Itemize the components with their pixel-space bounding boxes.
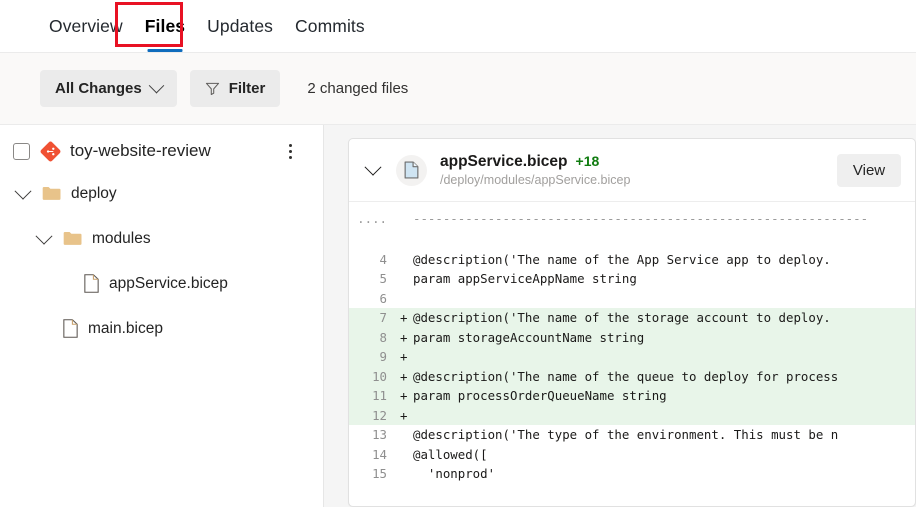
diff-line-number: 15	[372, 466, 387, 481]
file-diff-header: appService.bicep +18 /deploy/modules/app…	[349, 139, 915, 202]
diff-line: 7 + @description('The name of the storage …	[349, 308, 915, 328]
chevron-down-icon[interactable]	[35, 227, 53, 245]
diff-additions-count: +18	[575, 153, 600, 169]
diff-line-text: @description('The type of the environmen…	[413, 427, 839, 442]
collapse-diff-chevron-down-icon[interactable]	[364, 158, 382, 176]
diff-line-number: 7	[379, 310, 387, 325]
diff-line-number: 4	[379, 251, 387, 267]
tab-files-label: Files	[144, 15, 186, 36]
diff-line: 13 @description('The type of the environm…	[349, 425, 915, 445]
tab-commits-label: Commits	[295, 15, 365, 36]
kebab-dot	[288, 149, 292, 153]
diff-line-text: param storageAccountName string	[413, 329, 645, 345]
diff-line-sign: +	[400, 368, 408, 384]
diff-line-number: 5	[379, 271, 387, 286]
files-content: toy-website-review deploy modules appServi…	[0, 125, 916, 507]
filter-label: Filter	[228, 80, 266, 97]
file-diff-meta: appService.bicep +18 /deploy/modules/app…	[440, 153, 837, 187]
tree-folder-modules[interactable]: modules	[0, 216, 323, 261]
tab-commits[interactable]: Commits	[284, 0, 376, 53]
repo-name-label: toy-website-review	[70, 141, 211, 160]
diff-line-sign: +	[400, 388, 408, 403]
repo-select-checkbox[interactable]	[13, 142, 30, 160]
diff-line: 12 +	[349, 405, 915, 425]
diff-line-number: 9	[379, 349, 387, 364]
hunk-left-marker: ....	[357, 211, 387, 226]
diff-line: 11 + param processOrderQueueName string	[349, 386, 915, 406]
tree-item-label: main.bicep	[88, 319, 163, 337]
view-file-button[interactable]: View	[837, 153, 901, 187]
pr-tab-bar: Overview Files Updates Commits	[0, 0, 916, 53]
filter-button[interactable]: Filter	[189, 70, 281, 107]
all-changes-dropdown[interactable]: All Changes	[40, 70, 177, 107]
diff-line-number: 13	[372, 427, 387, 442]
tab-updates-label: Updates	[207, 15, 274, 36]
tree-item-label: deploy	[71, 184, 117, 202]
hunk-right-marker: ----------------------------------------…	[413, 211, 869, 226]
tree-file-main-bicep[interactable]: main.bicep	[0, 306, 323, 351]
diff-line: 9 +	[349, 347, 915, 367]
diff-line: 6	[349, 289, 915, 309]
file-icon	[84, 274, 99, 293]
diff-line-sign: +	[400, 310, 408, 325]
tree-folder-deploy[interactable]: deploy	[0, 171, 323, 216]
files-command-bar: All Changes Filter 2 changed files	[0, 53, 916, 125]
changed-files-count: 2 changed files	[307, 80, 409, 97]
folder-icon	[42, 186, 61, 200]
diff-line-text: @description('The name of the storage ac…	[413, 310, 831, 325]
file-tree-list: deploy modules appService.bicep main.bicep	[0, 171, 323, 351]
file-tree-sidebar: toy-website-review deploy modules appServi…	[0, 125, 324, 507]
diff-line-number: 12	[372, 407, 387, 423]
file-diff-card: appService.bicep +18 /deploy/modules/app…	[348, 138, 916, 507]
tab-overview-label: Overview	[49, 15, 123, 36]
diff-line-sign: +	[400, 349, 408, 364]
tab-updates[interactable]: Updates	[196, 0, 284, 53]
tab-files[interactable]: Files	[134, 0, 196, 53]
chevron-down-icon	[148, 77, 164, 94]
diff-line-text: @allowed([	[413, 446, 488, 462]
diff-line: 8 + param storageAccountName string	[349, 327, 915, 347]
diff-pane: appService.bicep +18 /deploy/modules/app…	[324, 125, 916, 507]
repo-more-actions-button[interactable]	[281, 142, 299, 160]
tree-item-label: modules	[92, 229, 151, 247]
all-changes-label: All Changes	[55, 80, 142, 97]
kebab-dot	[288, 143, 292, 147]
diff-line: 15 'nonprod'	[349, 464, 915, 484]
diff-line-text: param processOrderQueueName string	[413, 388, 667, 403]
tab-overview[interactable]: Overview	[38, 0, 134, 53]
filter-icon	[205, 82, 219, 96]
diff-line-sign: +	[400, 407, 408, 423]
diff-line-sign: +	[400, 329, 408, 345]
diff-line-text: @description('The name of the queue to d…	[413, 368, 839, 384]
git-repo-icon	[40, 141, 61, 161]
diff-line-number: 6	[379, 290, 387, 306]
diff-gap-row	[349, 230, 915, 250]
kebab-dot	[288, 155, 292, 159]
diff-line-text: @description('The name of the App Servic…	[413, 251, 831, 267]
file-icon	[63, 319, 78, 338]
diff-file-name: appService.bicep	[440, 153, 568, 170]
diff-line-text: param appServiceAppName string	[413, 271, 637, 286]
diff-line-number: 8	[379, 329, 387, 345]
repo-root-row[interactable]: toy-website-review	[0, 131, 323, 171]
chevron-down-icon[interactable]	[14, 182, 32, 200]
diff-line-number: 11	[372, 388, 387, 403]
diff-file-path: /deploy/modules/appService.bicep	[440, 173, 631, 187]
folder-icon	[63, 231, 82, 245]
diff-line-number: 14	[372, 446, 387, 462]
diff-line-number: 10	[372, 368, 387, 384]
diff-line: 4 @description('The name of the App Servi…	[349, 250, 915, 270]
diff-line-list: 4 @description('The name of the App Servi…	[349, 250, 915, 484]
diff-hunk-separator: .... -----------------------------------…	[349, 209, 915, 230]
diff-line: 5 param appServiceAppName string	[349, 269, 915, 289]
pull-request-files-page: Overview Files Updates Commits All Chang…	[0, 0, 916, 507]
tree-file-appservice-bicep[interactable]: appService.bicep	[0, 261, 323, 306]
diff-line: 10 + @description('The name of the queue t…	[349, 366, 915, 386]
file-type-badge	[396, 154, 427, 186]
diff-line: 14 @allowed([	[349, 445, 915, 465]
document-icon	[404, 161, 419, 179]
diff-code-area: .... -----------------------------------…	[349, 202, 915, 484]
diff-line-text: 'nonprod'	[413, 466, 496, 481]
tree-item-label: appService.bicep	[109, 274, 228, 292]
